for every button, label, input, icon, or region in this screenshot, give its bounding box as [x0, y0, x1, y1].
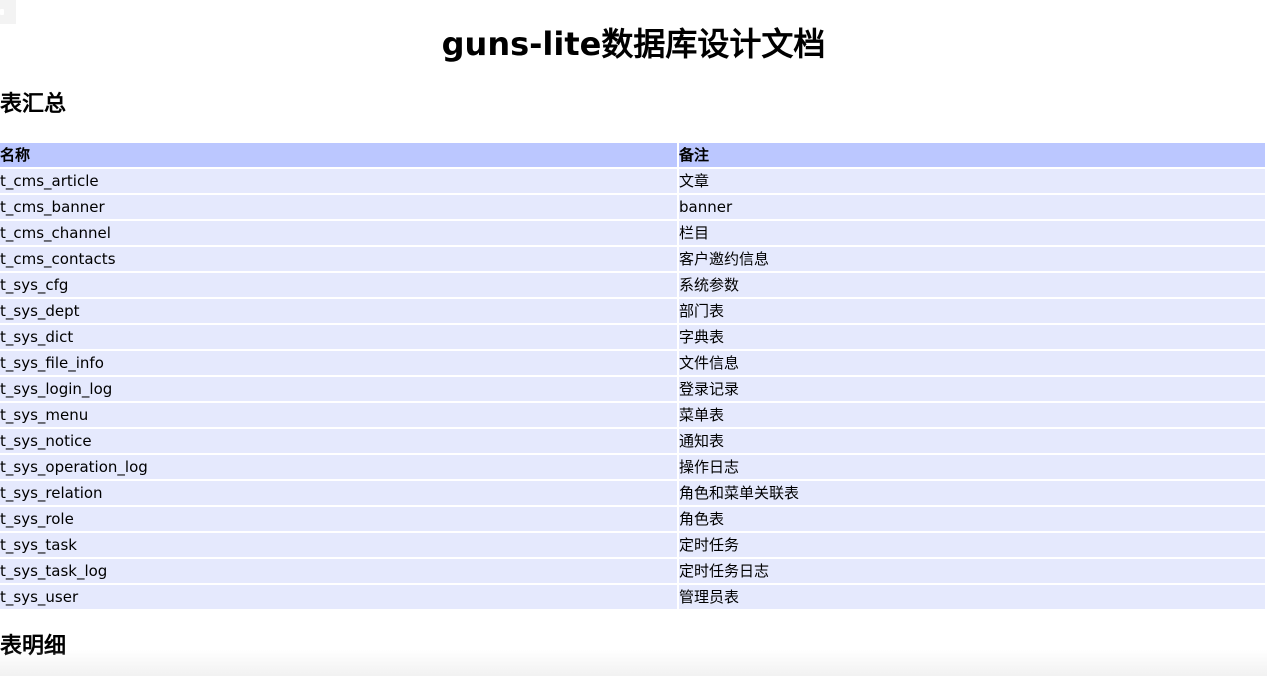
- bottom-fade-shadow: [0, 650, 1267, 676]
- table-name-cell: t_sys_file_info: [0, 351, 677, 375]
- corner-toggle-widget[interactable]: [0, 0, 16, 24]
- table-name-cell: t_sys_relation: [0, 481, 677, 505]
- table-name-cell: t_sys_login_log: [0, 377, 677, 401]
- column-header-name: 名称: [0, 143, 677, 167]
- table-row: t_sys_dict 字典表: [0, 325, 1265, 349]
- table-remark-cell: banner: [679, 195, 1265, 219]
- table-name-cell: t_sys_notice: [0, 429, 677, 453]
- table-row: t_sys_login_log 登录记录: [0, 377, 1265, 401]
- table-row: t_cms_channel 栏目: [0, 221, 1265, 245]
- table-name-cell: t_sys_cfg: [0, 273, 677, 297]
- table-remark-cell: 客户邀约信息: [679, 247, 1265, 271]
- table-remark-cell: 文章: [679, 169, 1265, 193]
- table-summary: 名称 备注 t_cms_article 文章 t_cms_banner bann…: [0, 141, 1267, 611]
- table-row: t_sys_task 定时任务: [0, 533, 1265, 557]
- column-header-remark: 备注: [679, 143, 1265, 167]
- table-name-cell: t_sys_menu: [0, 403, 677, 427]
- table-remark-cell: 角色表: [679, 507, 1265, 531]
- table-name-cell: t_cms_banner: [0, 195, 677, 219]
- table-row: t_cms_banner banner: [0, 195, 1265, 219]
- table-remark-cell: 菜单表: [679, 403, 1265, 427]
- table-remark-cell: 定时任务日志: [679, 559, 1265, 583]
- table-name-cell: t_sys_task: [0, 533, 677, 557]
- table-row: t_sys_task_log 定时任务日志: [0, 559, 1265, 583]
- page-title: guns-lite数据库设计文档: [441, 25, 826, 63]
- table-name-cell: t_cms_contacts: [0, 247, 677, 271]
- table-header-row: 名称 备注: [0, 143, 1265, 167]
- detail-heading: 表明细: [0, 634, 67, 659]
- table-row: t_sys_relation 角色和菜单关联表: [0, 481, 1265, 505]
- table-row: t_sys_menu 菜单表: [0, 403, 1265, 427]
- table-remark-cell: 字典表: [679, 325, 1265, 349]
- table-name-cell: t_sys_operation_log: [0, 455, 677, 479]
- table-row: t_sys_user 管理员表: [0, 585, 1265, 609]
- table-remark-cell: 定时任务: [679, 533, 1265, 557]
- table-row: t_sys_operation_log 操作日志: [0, 455, 1265, 479]
- summary-heading: 表汇总: [0, 92, 67, 117]
- table-remark-cell: 角色和菜单关联表: [679, 481, 1265, 505]
- table-remark-cell: 管理员表: [679, 585, 1265, 609]
- table-name-cell: t_cms_article: [0, 169, 677, 193]
- table-row: t_cms_article 文章: [0, 169, 1265, 193]
- table-remark-cell: 系统参数: [679, 273, 1265, 297]
- table-row: t_sys_role 角色表: [0, 507, 1265, 531]
- table-name-cell: t_cms_channel: [0, 221, 677, 245]
- table-remark-cell: 文件信息: [679, 351, 1265, 375]
- table-name-cell: t_sys_task_log: [0, 559, 677, 583]
- table-row: t_sys_file_info 文件信息: [0, 351, 1265, 375]
- table-row: t_sys_cfg 系统参数: [0, 273, 1265, 297]
- table-row: t_sys_notice 通知表: [0, 429, 1265, 453]
- table-name-cell: t_sys_dept: [0, 299, 677, 323]
- table-remark-cell: 通知表: [679, 429, 1265, 453]
- table-remark-cell: 栏目: [679, 221, 1265, 245]
- table-row: t_sys_dept 部门表: [0, 299, 1265, 323]
- table-name-cell: t_sys_dict: [0, 325, 677, 349]
- table-name-cell: t_sys_role: [0, 507, 677, 531]
- table-remark-cell: 部门表: [679, 299, 1265, 323]
- toggle-dot-icon: [0, 9, 4, 15]
- table-remark-cell: 操作日志: [679, 455, 1265, 479]
- table-row: t_cms_contacts 客户邀约信息: [0, 247, 1265, 271]
- table-name-cell: t_sys_user: [0, 585, 677, 609]
- table-remark-cell: 登录记录: [679, 377, 1265, 401]
